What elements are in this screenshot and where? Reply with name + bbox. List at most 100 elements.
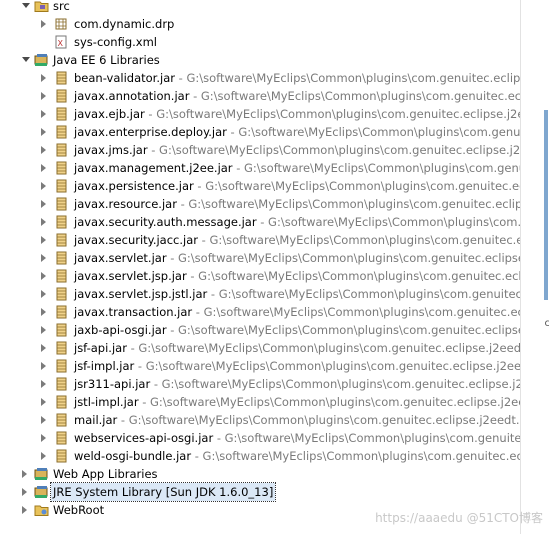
library-icon <box>34 54 48 66</box>
tree-item-java-ee-library[interactable]: Java EE 6 Libraries <box>0 51 520 69</box>
collapsed-arrow-icon[interactable] <box>41 110 46 118</box>
collapsed-arrow-icon[interactable] <box>41 74 46 82</box>
collapsed-arrow-icon[interactable] <box>41 398 46 406</box>
collapsed-arrow-icon[interactable] <box>41 434 46 442</box>
tree-item-label: javax.servlet.jsp.jstl.jar - G:\software… <box>74 285 520 303</box>
jar-path: - G:\software\MyEclips\Common\plugins\co… <box>166 323 520 337</box>
tree-item-jar[interactable]: weld-osgi-bundle.jar - G:\software\MyEcl… <box>0 447 520 465</box>
jar-path: - G:\software\MyEclips\Common\plugins\co… <box>174 71 520 85</box>
jar-path: - G:\software\MyEclips\Common\plugins\co… <box>134 359 520 373</box>
tree-item-jar[interactable]: javax.enterprise.deploy.jar - G:\softwar… <box>0 123 520 141</box>
jar-icon <box>56 251 67 265</box>
jar-name: webservices-api-osgi.jar <box>74 431 214 445</box>
jar-path: - G:\software\MyEclips\Common\plugins\co… <box>232 161 520 175</box>
tree-item-jar[interactable]: javax.security.auth.message.jar - G:\sof… <box>0 213 520 231</box>
collapsed-arrow-icon[interactable] <box>41 326 46 334</box>
tree-item-label: javax.security.auth.message.jar - G:\sof… <box>74 213 520 231</box>
collapsed-arrow-icon[interactable] <box>41 92 46 100</box>
jar-name: javax.security.jacc.jar <box>74 233 199 247</box>
collapsed-arrow-icon[interactable] <box>41 380 46 388</box>
tree-item-jar[interactable]: jsr311-api.jar - G:\software\MyEclips\Co… <box>0 375 520 393</box>
collapsed-arrow-icon[interactable] <box>41 272 46 280</box>
collapsed-arrow-icon[interactable] <box>41 308 46 316</box>
jar-name: javax.persistence.jar <box>74 179 194 193</box>
jar-icon <box>56 323 67 337</box>
tree-item-web-app-libraries[interactable]: Web App Libraries <box>0 465 520 483</box>
tree-item-jre-library[interactable]: JRE System Library [Sun JDK 1.6.0_13] <box>0 482 520 502</box>
jar-name: javax.servlet.jsp.jstl.jar <box>74 287 208 301</box>
collapsed-arrow-icon[interactable] <box>41 452 46 460</box>
collapsed-arrow-icon[interactable] <box>41 290 46 298</box>
collapsed-arrow-icon[interactable] <box>41 128 46 136</box>
collapsed-arrow-icon[interactable] <box>41 344 46 352</box>
tree-item-label: webservices-api-osgi.jar - G:\software\M… <box>74 429 520 447</box>
jar-icon <box>56 431 67 445</box>
tree-item-jar[interactable]: mail.jar - G:\software\MyEclips\Common\p… <box>0 411 520 429</box>
expanded-arrow-icon[interactable] <box>22 3 30 8</box>
tree-item-label: javax.enterprise.deploy.jar - G:\softwar… <box>74 123 520 141</box>
collapsed-arrow-icon[interactable] <box>41 236 46 244</box>
collapsed-arrow-icon[interactable] <box>41 218 46 226</box>
expanded-arrow-icon[interactable] <box>22 57 30 62</box>
vertical-scrollbar[interactable]: c <box>520 0 549 534</box>
collapsed-arrow-icon[interactable] <box>41 20 46 28</box>
jar-icon <box>56 215 67 229</box>
watermark-text: https://aaaedu @51CTO博客 <box>375 511 543 525</box>
tree-item-jar[interactable]: javax.persistence.jar - G:\software\MyEc… <box>0 177 520 195</box>
tree-item-label: WebRoot <box>53 503 105 517</box>
jar-name: javax.servlet.jar <box>74 251 167 265</box>
source-folder-icon <box>34 1 49 12</box>
jar-icon <box>56 269 67 283</box>
clipped-editor-text: c <box>544 318 549 329</box>
scrollbar-thumb[interactable] <box>544 110 548 300</box>
tree-item-label: jstl-impl.jar - G:\software\MyEclips\Com… <box>74 393 520 411</box>
jar-name: javax.resource.jar <box>74 197 177 211</box>
collapsed-arrow-icon[interactable] <box>41 146 46 154</box>
jar-icon <box>56 449 67 463</box>
jar-icon <box>56 89 67 103</box>
tree-item-jar[interactable]: javax.management.j2ee.jar - G:\software\… <box>0 159 520 177</box>
tree-item-jar[interactable]: javax.servlet.jar - G:\software\MyEclips… <box>0 249 520 267</box>
tree-item-jar[interactable]: javax.security.jacc.jar - G:\software\My… <box>0 231 520 249</box>
tree-item-jar[interactable]: javax.transaction.jar - G:\software\MyEc… <box>0 303 520 321</box>
collapsed-arrow-icon[interactable] <box>41 182 46 190</box>
tree-item-jar[interactable]: javax.jms.jar - G:\software\MyEclips\Com… <box>0 141 520 159</box>
tree-item-jar[interactable]: jaxb-api-osgi.jar - G:\software\MyEclips… <box>0 321 520 339</box>
tree-item-xml-file[interactable]: X sys-config.xml <box>0 33 520 51</box>
tree-item-jar[interactable]: jstl-impl.jar - G:\software\MyEclips\Com… <box>0 393 520 411</box>
collapsed-arrow-icon[interactable] <box>22 470 27 478</box>
jar-path: - G:\software\MyEclips\Common\plugins\co… <box>191 449 520 463</box>
tree-item-jar[interactable]: webservices-api-osgi.jar - G:\software\M… <box>0 429 520 447</box>
tree-item-jar[interactable]: javax.resource.jar - G:\software\MyEclip… <box>0 195 520 213</box>
jar-icon <box>56 71 67 85</box>
collapsed-arrow-icon[interactable] <box>41 416 46 424</box>
tree-item-jar[interactable]: javax.servlet.jsp.jstl.jar - G:\software… <box>0 285 520 303</box>
svg-text:X: X <box>58 39 64 48</box>
tree-item-jar[interactable]: jsf-impl.jar - G:\software\MyEclips\Comm… <box>0 357 520 375</box>
package-explorer-tree: src com.dynamic.drp X sys-config.xml Jav… <box>0 0 520 534</box>
collapsed-arrow-icon[interactable] <box>41 200 46 208</box>
collapsed-arrow-icon[interactable] <box>22 506 27 514</box>
tree-item-jar[interactable]: javax.annotation.jar - G:\software\MyEcl… <box>0 87 520 105</box>
collapsed-arrow-icon[interactable] <box>22 488 27 496</box>
tree-item-label: Java EE 6 Libraries <box>53 53 160 67</box>
tree-item-jar[interactable]: jsf-api.jar - G:\software\MyEclips\Commo… <box>0 339 520 357</box>
folder-icon <box>34 505 49 516</box>
jar-name: mail.jar <box>74 413 118 427</box>
tree-item-label: javax.resource.jar - G:\software\MyEclip… <box>74 195 520 213</box>
jar-path: - G:\software\MyEclips\Common\plugins\co… <box>226 125 520 139</box>
jar-icon <box>56 395 67 409</box>
tree-item-label: javax.transaction.jar - G:\software\MyEc… <box>74 303 520 321</box>
jar-path: - G:\software\MyEclips\Common\plugins\co… <box>144 107 520 121</box>
collapsed-arrow-icon[interactable] <box>41 362 46 370</box>
tree-item-label: javax.annotation.jar - G:\software\MyEcl… <box>74 87 520 105</box>
collapsed-arrow-icon[interactable] <box>41 254 46 262</box>
tree-item-src[interactable]: src <box>0 0 520 15</box>
tree-item-jar[interactable]: javax.servlet.jsp.jar - G:\software\MyEc… <box>0 267 520 285</box>
tree-item-label: jsr311-api.jar - G:\software\MyEclips\Co… <box>74 375 520 393</box>
tree-item-package[interactable]: com.dynamic.drp <box>0 15 520 33</box>
tree-item-jar[interactable]: bean-validator.jar - G:\software\MyEclip… <box>0 69 520 87</box>
tree-item-jar[interactable]: javax.ejb.jar - G:\software\MyEclips\Com… <box>0 105 520 123</box>
jar-icon <box>56 413 67 427</box>
collapsed-arrow-icon[interactable] <box>41 164 46 172</box>
